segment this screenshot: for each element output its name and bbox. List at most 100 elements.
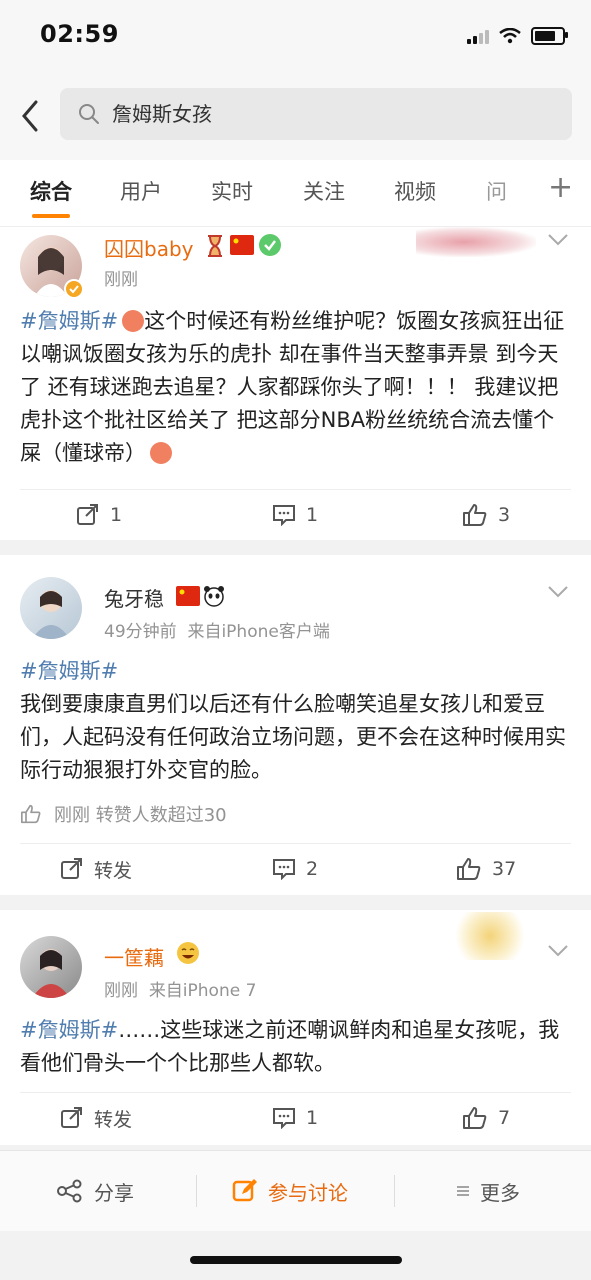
- comment-icon: [273, 859, 295, 880]
- share-icon: [57, 1179, 82, 1203]
- more-button[interactable]: 更多: [456, 1151, 520, 1231]
- like-button[interactable]: 37: [456, 844, 516, 894]
- comment-icon: [273, 1108, 295, 1129]
- discuss-label: 参与讨论: [268, 1180, 348, 1205]
- tab-comprehensive[interactable]: 综合: [30, 176, 72, 206]
- comment-button[interactable]: 2: [272, 844, 318, 894]
- separator: [196, 1175, 197, 1207]
- verified-badge-icon: [64, 279, 84, 299]
- like-button[interactable]: 7: [462, 1093, 510, 1143]
- comment-count: 1: [306, 504, 319, 526]
- tab-video[interactable]: 视频: [394, 176, 436, 206]
- like-count: 7: [498, 1107, 511, 1129]
- post-content: #詹姆斯# 这个时候还有粉丝维护呢？饭圈女孩疯狂出征 以嘲讽饭圈女孩为乐的虎扑 却…: [20, 305, 575, 470]
- chevron-left-icon: [22, 100, 38, 132]
- tab-following[interactable]: 关注: [303, 176, 345, 206]
- green-badge-icon: [259, 234, 281, 256]
- status-bar: 02:59: [0, 0, 591, 76]
- active-tab-indicator: [32, 214, 70, 218]
- author-name[interactable]: 一筐藕: [104, 942, 164, 971]
- repost-button[interactable]: 1: [76, 490, 122, 540]
- thumbs-up-icon: [463, 1107, 487, 1129]
- search-icon: [79, 104, 99, 124]
- post-time: 49分钟前: [104, 622, 177, 642]
- comment-count: 2: [306, 858, 319, 880]
- post-time: 刚刚: [104, 981, 138, 1001]
- repost-icon: [61, 858, 82, 879]
- tab-qa[interactable]: 问: [486, 176, 507, 206]
- back-button[interactable]: [16, 96, 46, 136]
- share-button[interactable]: 分享: [56, 1151, 134, 1231]
- panda-icon: [204, 586, 224, 607]
- tab-realtime[interactable]: 实时: [211, 176, 253, 206]
- thumbs-up-icon: [463, 504, 487, 526]
- post-actions: 转发 2 37: [0, 844, 591, 894]
- home-indicator: [190, 1256, 402, 1264]
- share-label: 分享: [94, 1180, 134, 1205]
- author-name[interactable]: 囚囚baby: [104, 233, 193, 262]
- repost-label: 转发: [94, 1108, 133, 1131]
- chevron-down-icon[interactable]: [547, 585, 569, 599]
- repost-button[interactable]: 转发: [60, 844, 132, 894]
- post-actions: 转发 1 7: [0, 1093, 591, 1143]
- author-name[interactable]: 兔牙稳: [104, 583, 164, 612]
- post-card: 一筐藕 刚刚 来自iPhone 7 #詹姆斯#……这些球迷之前还嘲讽鲜肉和追星女…: [0, 910, 591, 1145]
- tab-users[interactable]: 用户: [120, 176, 162, 206]
- menu-icon: [457, 1186, 469, 1196]
- post-meta: 刚刚 来自iPhone 7: [104, 976, 256, 1001]
- chevron-down-icon[interactable]: [547, 944, 569, 958]
- hashtag-link[interactable]: #詹姆斯#: [20, 1018, 118, 1042]
- post-meta: 49分钟前 来自iPhone客户端: [104, 617, 330, 642]
- status-icons: [467, 27, 568, 45]
- china-flag-icon: [230, 235, 254, 255]
- wifi-icon: [499, 28, 521, 44]
- repost-count: 1: [110, 504, 123, 526]
- decorative-card-skin: [416, 227, 536, 257]
- chevron-down-icon[interactable]: [547, 233, 569, 247]
- tab-bar: 综合 用户 实时 关注 视频 问 +: [0, 160, 591, 227]
- repost-label: 转发: [94, 859, 133, 882]
- hourglass-icon: [208, 235, 222, 257]
- battery-icon: [531, 27, 568, 45]
- hashtag-link[interactable]: #詹姆斯#: [20, 655, 575, 688]
- comment-count: 1: [306, 1107, 319, 1129]
- like-summary: 刚刚 转赞人数超过30: [20, 801, 227, 827]
- status-time: 02:59: [40, 20, 119, 48]
- hashtag-link[interactable]: #詹姆斯#: [20, 309, 118, 333]
- laughing-emoji-icon: [122, 310, 145, 332]
- comment-button[interactable]: 1: [272, 490, 318, 540]
- thumbs-up-icon: [457, 858, 481, 880]
- separator: [394, 1175, 395, 1207]
- add-tab-button[interactable]: +: [548, 170, 573, 205]
- search-box[interactable]: 詹姆斯女孩: [60, 88, 572, 140]
- avatar[interactable]: [20, 936, 82, 998]
- comment-button[interactable]: 1: [272, 1093, 318, 1143]
- like-button[interactable]: 3: [462, 490, 510, 540]
- search-input[interactable]: 詹姆斯女孩: [112, 88, 212, 140]
- edit-icon: [232, 1179, 257, 1202]
- like-summary-text: 刚刚 转赞人数超过30: [54, 805, 227, 826]
- decorative-card-skin: [448, 912, 532, 960]
- post-content: #詹姆斯#……这些球迷之前还嘲讽鲜肉和追星女孩呢，我看他们骨头一个个比那些人都软…: [20, 1014, 575, 1080]
- post-content: #詹姆斯# 我倒要康康直男们以后还有什么脸嘲笑追星女孩儿和爱豆们，人起码没有任何…: [20, 655, 575, 787]
- post-source: 来自iPhone 7: [148, 981, 257, 1001]
- like-count: 3: [498, 504, 511, 526]
- post-text: 我倒要康康直男们以后还有什么脸嘲笑追星女孩儿和爱豆们，人起码没有任何政治立场问题…: [20, 692, 566, 782]
- laughing-emoji-icon: [150, 442, 172, 464]
- repost-icon: [77, 504, 98, 525]
- thumbs-up-icon: [20, 804, 41, 824]
- signal-icon: [467, 28, 489, 44]
- post-card: 囚囚baby 刚刚 #詹姆斯# 这个时候还有粉丝维护呢？饭圈女孩疯狂出征 以嘲讽饭…: [0, 227, 591, 540]
- discuss-button[interactable]: 参与讨论: [232, 1151, 348, 1231]
- more-label: 更多: [480, 1180, 520, 1205]
- post-source: 来自iPhone客户端: [187, 622, 330, 642]
- post-card: 兔牙稳 49分钟前 来自iPhone客户端 #詹姆斯# 我倒要康康直男们以后还有…: [0, 555, 591, 895]
- repost-icon: [61, 1107, 82, 1128]
- post-actions: 1 1 3: [0, 490, 591, 540]
- post-time: 刚刚: [104, 270, 138, 290]
- crying-laugh-emoji-icon: [177, 942, 199, 964]
- search-header: 詹姆斯女孩: [0, 76, 591, 160]
- avatar[interactable]: [20, 577, 82, 639]
- repost-button[interactable]: 转发: [60, 1093, 132, 1143]
- bottom-action-bar: 分享 参与讨论 更多: [0, 1150, 591, 1231]
